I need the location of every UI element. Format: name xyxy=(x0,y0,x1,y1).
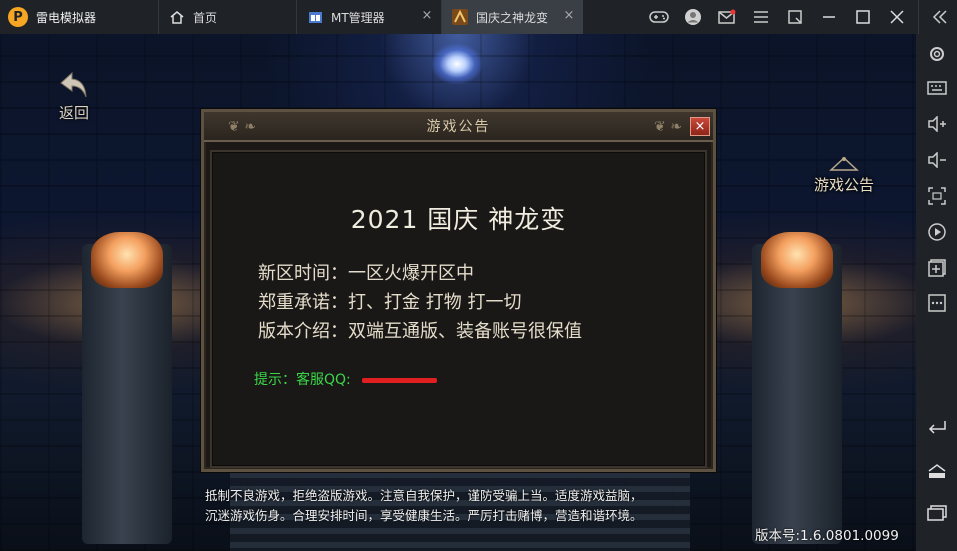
app-name: 雷电模拟器 xyxy=(36,10,97,25)
dialog-close-button[interactable]: × xyxy=(690,117,710,136)
health-gaming-notice: 抵制不良游戏，拒绝盗版游戏。注意自我保护，谨防受骗上当。适度游戏益脑， 沉迷游戏… xyxy=(205,486,725,526)
home-nav-icon[interactable] xyxy=(924,458,950,484)
keyboard-icon[interactable] xyxy=(924,75,950,101)
redaction-mark xyxy=(362,378,437,383)
notice-board-icon xyxy=(829,156,859,171)
left-pillar xyxy=(82,244,172,544)
back-button[interactable]: 返回 xyxy=(52,70,96,126)
tab-label: 国庆之神龙变 xyxy=(476,10,549,25)
game-viewport[interactable]: 返回 游戏公告 ❦ ❧ 游戏公告 ❦ ❧ × 2021 国庆 神龙变 新区时间：… xyxy=(0,34,916,551)
notice-line-promise: 郑重承诺：打、打金 打物 打一切 xyxy=(258,292,522,313)
back-icon[interactable] xyxy=(924,413,950,439)
notice-line-server-time: 新区时间：一区火爆开区中 xyxy=(258,263,474,284)
window-controls xyxy=(642,0,957,34)
dialog-title: 游戏公告 xyxy=(426,119,491,135)
back-label: 返回 xyxy=(58,104,89,122)
tab-home[interactable]: 首页 xyxy=(158,0,296,34)
health-notice-line: 抵制不良游戏，拒绝盗版游戏。注意自我保护，谨防受骗上当。适度游戏益脑， xyxy=(205,488,643,503)
notice-dialog: ❦ ❧ 游戏公告 ❦ ❧ × 2021 国庆 神龙变 新区时间：一区火爆开区中 … xyxy=(201,109,716,472)
notice-line-version-intro: 版本介绍：双端互通版、装备账号很保值 xyxy=(258,321,582,342)
gamepad-icon[interactable] xyxy=(642,0,676,34)
collapse-sidebar-icon[interactable] xyxy=(923,0,957,34)
emulator-sidebar xyxy=(916,34,957,551)
more-icon[interactable] xyxy=(924,290,950,316)
close-icon[interactable]: × xyxy=(421,9,433,22)
volume-down-icon[interactable] xyxy=(924,147,950,173)
notice-tip: 提示：客服QQ: xyxy=(254,372,351,388)
add-app-icon[interactable] xyxy=(924,255,950,281)
volume-up-icon[interactable] xyxy=(924,111,950,137)
game-icon xyxy=(452,9,468,25)
app-logo-icon: P xyxy=(8,7,28,27)
home-icon xyxy=(169,9,185,25)
close-icon[interactable]: × xyxy=(563,9,575,22)
right-pillar xyxy=(752,244,842,544)
title-bar: P 雷电模拟器 首页 MT管理器 × 国庆之神龙变 × xyxy=(0,0,957,34)
ceiling-light xyxy=(432,44,482,84)
tab-label: MT管理器 xyxy=(331,10,385,25)
health-notice-line: 沉迷游戏伤身。合理安排时间，享受健康生活。严厉打击赌博，营造和谐环境。 xyxy=(205,508,643,523)
right-lamp xyxy=(761,232,833,288)
close-icon[interactable] xyxy=(880,0,914,34)
record-icon[interactable] xyxy=(924,219,950,245)
settings-icon[interactable] xyxy=(924,41,950,67)
fullscreen-icon[interactable] xyxy=(778,0,812,34)
dialog-body: 2021 国庆 神龙变 新区时间：一区火爆开区中 郑重承诺：打、打金 打物 打一… xyxy=(210,150,707,468)
maximize-icon[interactable] xyxy=(846,0,880,34)
dialog-header: ❦ ❧ 游戏公告 ❦ ❧ × xyxy=(204,112,713,142)
divider xyxy=(918,0,919,34)
screenshot-icon[interactable] xyxy=(924,183,950,209)
mt-manager-icon xyxy=(307,9,323,25)
user-avatar-icon[interactable] xyxy=(676,0,710,34)
notice-button-label: 游戏公告 xyxy=(813,176,874,194)
recent-apps-icon[interactable] xyxy=(924,500,950,526)
minimize-icon[interactable] xyxy=(812,0,846,34)
ornament-icon: ❦ ❧ xyxy=(654,119,682,135)
notice-headline: 2021 国庆 神龙变 xyxy=(350,205,567,234)
version-label: 版本号:1.6.0801.0099 xyxy=(755,528,899,544)
app-brand: P 雷电模拟器 xyxy=(0,0,158,34)
tab-game[interactable]: 国庆之神龙变 × xyxy=(441,0,583,34)
menu-icon[interactable] xyxy=(744,0,778,34)
back-arrow-icon xyxy=(60,71,87,98)
tab-label: 首页 xyxy=(193,10,218,25)
left-lamp xyxy=(91,232,163,288)
game-notice-button[interactable]: 游戏公告 xyxy=(808,156,880,206)
tab-mt-manager[interactable]: MT管理器 × xyxy=(296,0,441,34)
mail-icon[interactable] xyxy=(710,0,744,34)
